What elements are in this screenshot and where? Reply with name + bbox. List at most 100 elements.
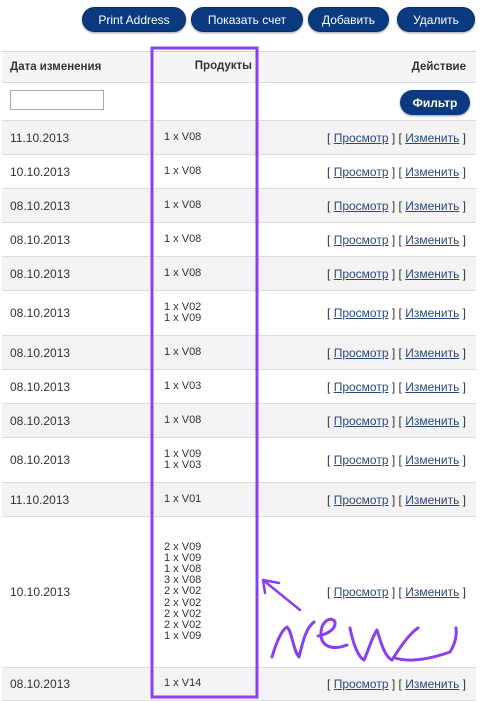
bracket-text: ]: [459, 677, 466, 691]
column-header-date[interactable]: Дата изменения: [10, 52, 101, 82]
edit-link[interactable]: Изменить: [405, 346, 459, 360]
bracket-text: [: [327, 585, 334, 599]
table-row: 08.10.2013 1 x V08 [ Просмотр ] [ Изменить…: [2, 257, 476, 291]
view-link[interactable]: Просмотр: [334, 585, 389, 599]
row-actions: [ Просмотр ] [ Изменить ]: [327, 189, 466, 222]
bracket-text: ] [: [388, 677, 406, 691]
row-products: 1 x V14: [164, 668, 201, 700]
table-row: 08.10.2013 1 x V08 [ Просмотр ] [ Изменить…: [2, 404, 476, 438]
edit-link[interactable]: Изменить: [405, 165, 459, 179]
view-link[interactable]: Просмотр: [334, 267, 389, 281]
bracket-text: ]: [459, 379, 466, 394]
view-link[interactable]: Просмотр: [334, 493, 389, 507]
action-links: [ Просмотр ] [ Изменить ]: [327, 346, 466, 360]
table-row: 08.10.2013 1 x V08 [ Просмотр ] [ Изменить…: [2, 336, 476, 370]
show-invoice-button[interactable]: Показать счет: [191, 7, 303, 32]
view-link[interactable]: Просмотр: [334, 677, 389, 691]
edit-link[interactable]: Изменить: [405, 677, 459, 691]
product-line: 1 x V08: [164, 130, 202, 143]
print-address-button[interactable]: Print Address: [82, 7, 186, 32]
view-link[interactable]: Просмотр: [334, 346, 389, 360]
add-button[interactable]: Добавить: [308, 7, 389, 32]
row-products: 2 x V09 1 x V09 1 x V08 3 x V08 2 x V02 2 x V…: [164, 517, 201, 667]
bracket-text: [: [327, 232, 334, 247]
row-actions: [ Просмотр ] [ Изменить ]: [327, 517, 466, 667]
view-link[interactable]: Просмотр: [334, 165, 389, 179]
product-line: 1 x V08: [164, 266, 202, 279]
bracket-text: ] [: [388, 266, 406, 281]
row-date: 08.10.2013: [10, 453, 71, 467]
bracket-text: ]: [459, 232, 466, 247]
row-products: 1 x V02 1 x V09: [164, 291, 201, 335]
edit-link[interactable]: Изменить: [405, 267, 459, 281]
row-products: 1 x V09 1 x V03: [164, 438, 201, 482]
edit-link[interactable]: Изменить: [405, 199, 459, 213]
product-line: 1 x V14: [164, 677, 202, 690]
table-row: 08.10.2013 1 x V09 1 x V03 [ Просмотр ] [ И…: [2, 438, 476, 483]
edit-link[interactable]: Изменить: [405, 131, 459, 145]
view-link[interactable]: Просмотр: [334, 453, 389, 467]
row-date: 10.10.2013: [10, 585, 71, 599]
row-date: 11.10.2013: [10, 130, 70, 145]
row-products: 1 x V08: [164, 155, 201, 188]
product-line: 2 x V02: [164, 585, 202, 598]
action-links: [ Просмотр ] [ Изменить ]: [327, 165, 466, 179]
product-line: 1 x V08: [164, 198, 202, 211]
action-links: [ Просмотр ] [ Изменить ]: [327, 585, 466, 599]
table-row: 10.10.2013 2 x V09 1 x V09 1 x V08 3 x V08 2 …: [2, 517, 476, 668]
edit-link[interactable]: Изменить: [405, 233, 459, 247]
action-links: [ Просмотр ] [ Изменить ]: [327, 414, 466, 428]
action-links: [ Просмотр ] [ Изменить ]: [327, 131, 466, 145]
view-link[interactable]: Просмотр: [334, 380, 389, 394]
row-date: 08.10.2013: [10, 379, 71, 394]
bracket-text: ] [: [388, 413, 406, 428]
product-line: 1 x V09: [164, 630, 202, 643]
row-date: 11.10.2013: [10, 492, 70, 507]
table-body: 11.10.2013 1 x V08 [ Просмотр ] [ Изменить…: [2, 121, 476, 701]
product-line: 1 x V08: [164, 164, 202, 177]
edit-link[interactable]: Изменить: [405, 453, 459, 467]
delete-button[interactable]: Удалить: [397, 7, 475, 32]
row-actions: [ Просмотр ] [ Изменить ]: [327, 121, 466, 154]
bracket-text: ] [: [388, 345, 406, 360]
row-actions: [ Просмотр ] [ Изменить ]: [327, 370, 466, 403]
column-header-products[interactable]: Продукты: [195, 52, 252, 82]
row-actions: [ Просмотр ] [ Изменить ]: [327, 155, 466, 188]
bracket-text: ]: [459, 130, 466, 145]
table-row: 08.10.2013 1 x V03 [ Просмотр ] [ Изменить…: [2, 370, 476, 404]
product-line: 1 x V03: [164, 379, 202, 392]
edit-link[interactable]: Изменить: [405, 306, 459, 320]
product-line: 1 x V01: [164, 492, 202, 505]
product-line: 1 x V08: [164, 413, 202, 426]
edit-link[interactable]: Изменить: [405, 493, 459, 507]
row-products: 1 x V08: [164, 257, 201, 290]
row-products: 1 x V03: [164, 370, 201, 403]
bracket-text: ]: [459, 585, 466, 599]
filter-row: Фильтр: [2, 83, 476, 121]
view-link[interactable]: Просмотр: [334, 233, 389, 247]
edit-link[interactable]: Изменить: [405, 380, 459, 394]
bracket-text: ]: [459, 492, 466, 507]
view-link[interactable]: Просмотр: [334, 306, 389, 320]
product-line: 1 x V09: [164, 312, 202, 324]
date-filter-input[interactable]: [10, 90, 104, 110]
product-line: 1 x V08: [164, 232, 202, 245]
bracket-text: ] [: [388, 130, 406, 145]
action-links: [ Просмотр ] [ Изменить ]: [327, 199, 466, 213]
row-actions: [ Просмотр ] [ Изменить ]: [327, 257, 466, 290]
toolbar: Print Address Показать счет Добавить Уда…: [0, 7, 493, 35]
filter-button[interactable]: Фильтр: [400, 90, 470, 115]
bracket-text: [: [327, 130, 334, 145]
view-link[interactable]: Просмотр: [334, 199, 389, 213]
edit-link[interactable]: Изменить: [405, 585, 459, 599]
view-link[interactable]: Просмотр: [334, 414, 389, 428]
table-row: 08.10.2013 1 x V08 [ Просмотр ] [ Изменить…: [2, 223, 476, 257]
row-date: 08.10.2013: [10, 413, 71, 428]
bracket-text: ] [: [388, 306, 406, 320]
view-link[interactable]: Просмотр: [334, 131, 389, 145]
row-date: 08.10.2013: [10, 677, 71, 691]
row-actions: [ Просмотр ] [ Изменить ]: [327, 291, 466, 335]
edit-link[interactable]: Изменить: [405, 414, 459, 428]
bracket-text: [: [327, 492, 334, 507]
bracket-text: [: [327, 413, 334, 428]
